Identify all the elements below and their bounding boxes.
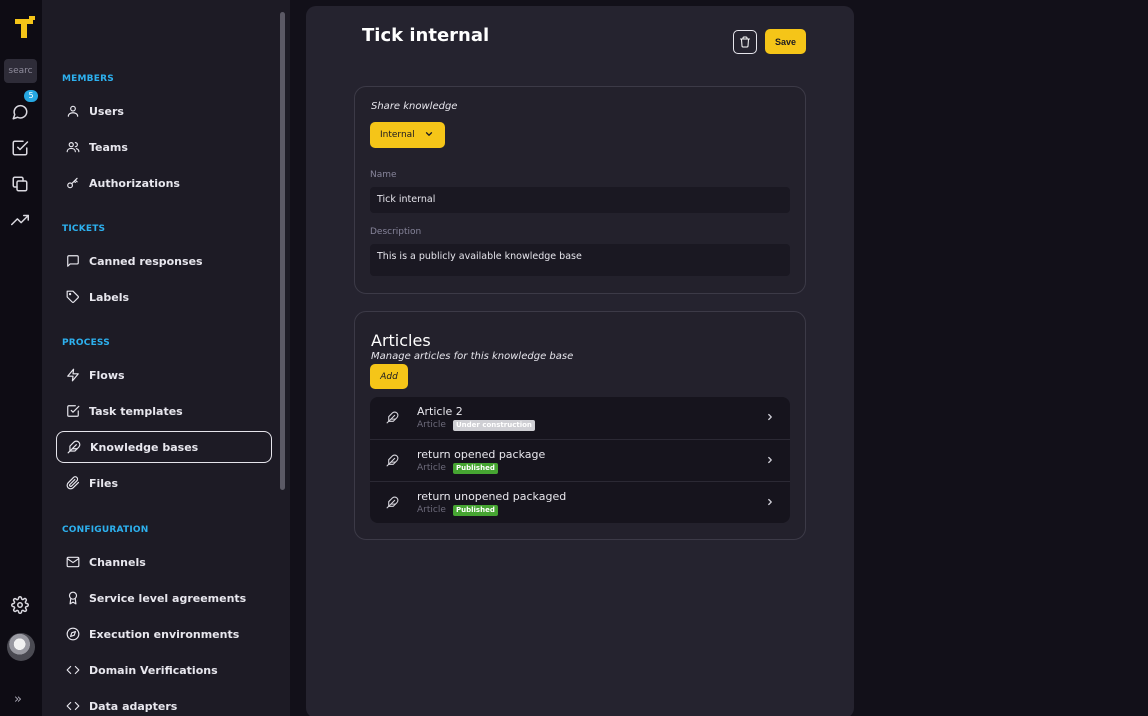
article-row[interactable]: Article 2 Article Under construction — [370, 397, 790, 439]
name-input[interactable]: Tick internal — [370, 187, 790, 213]
article-title: return opened package — [417, 448, 546, 461]
rail-search-input[interactable]: searc — [4, 59, 37, 83]
article-type: Article — [417, 420, 446, 430]
articles-title: Articles — [371, 331, 431, 350]
add-article-button[interactable]: Add — [370, 364, 408, 389]
sidebar-item-label: Task templates — [89, 404, 183, 418]
sidebar-item-label: Data adapters — [89, 699, 178, 713]
sidebar-item-knowledge-bases[interactable]: Knowledge bases — [56, 431, 272, 463]
tag-icon — [66, 290, 79, 303]
chevron-right-icon — [768, 498, 772, 506]
sidebar-scrollbar[interactable] — [280, 12, 285, 490]
user-icon — [67, 105, 79, 117]
section-members: MEMBERS — [62, 74, 114, 84]
trash-icon — [740, 36, 750, 48]
chat-badge: 5 — [24, 90, 38, 102]
sidebar-item-execution-environments[interactable]: Execution environments — [56, 618, 272, 650]
feather-icon — [386, 411, 399, 424]
article-type: Article — [417, 505, 446, 515]
sidebar-item-data-adapters[interactable]: Data adapters — [56, 690, 272, 716]
description-label: Description — [370, 227, 422, 237]
sidebar-item-label: Teams — [89, 140, 128, 154]
chevron-down-icon — [425, 132, 433, 136]
zap-icon — [67, 368, 79, 382]
sidebar-item-domain-verifications[interactable]: Domain Verifications — [56, 654, 272, 686]
article-type: Article — [417, 463, 446, 473]
sidebar-item-labels[interactable]: Labels — [56, 281, 272, 313]
sidebar-item-sla[interactable]: Service level agreements — [56, 582, 272, 614]
article-row[interactable]: return opened package Article Published — [370, 439, 790, 481]
sidebar-item-label: Users — [89, 104, 124, 118]
articles-list: Article 2 Article Under construction ret… — [370, 397, 790, 523]
app-root: searc 5 » MEMBERS Users Teams Authorizat… — [0, 0, 1148, 716]
chevron-right-icon — [768, 456, 772, 464]
status-badge: Under construction — [453, 420, 535, 431]
save-button[interactable]: Save — [765, 29, 806, 54]
code-icon — [66, 665, 80, 675]
sidebar-item-label: Domain Verifications — [89, 663, 218, 677]
sidebar-item-canned-responses[interactable]: Canned responses — [56, 245, 272, 277]
key-icon — [67, 177, 78, 189]
articles-subtitle: Manage articles for this knowledge base — [371, 351, 574, 362]
mail-icon — [66, 556, 80, 568]
status-badge: Published — [453, 463, 498, 474]
status-badge: Published — [453, 505, 498, 516]
share-knowledge-dropdown[interactable]: Internal — [370, 122, 445, 148]
sidebar-item-label: Knowledge bases — [90, 440, 199, 454]
sidebar-item-label: Channels — [89, 555, 146, 569]
sidebar-item-label: Labels — [89, 290, 130, 304]
section-tickets: TICKETS — [62, 224, 106, 234]
code-icon — [66, 701, 80, 711]
tasks-icon[interactable] — [11, 139, 29, 157]
settings-gear-icon[interactable] — [11, 596, 29, 614]
page-title: Tick internal — [362, 25, 490, 46]
feather-icon — [67, 440, 81, 454]
section-configuration: CONFIGURATION — [62, 525, 149, 535]
article-title: return unopened packaged — [417, 490, 567, 503]
sidebar-item-label: Canned responses — [89, 254, 203, 268]
compass-icon — [66, 627, 80, 641]
trending-up-icon[interactable] — [11, 211, 29, 229]
award-icon — [68, 591, 78, 605]
article-title: Article 2 — [417, 405, 463, 418]
copy-icon[interactable] — [11, 175, 29, 193]
icon-rail: searc 5 » — [0, 0, 42, 716]
sidebar-item-label: Files — [89, 476, 119, 490]
sidebar-item-label: Flows — [89, 368, 125, 382]
user-avatar[interactable] — [7, 633, 35, 661]
sidebar-item-files[interactable]: Files — [56, 467, 272, 499]
users-icon — [66, 142, 80, 153]
check-square-icon — [67, 405, 80, 417]
dropdown-value: Internal — [380, 130, 415, 140]
message-square-icon — [67, 255, 79, 267]
delete-button[interactable] — [733, 30, 757, 54]
tick-logo-icon[interactable] — [13, 16, 35, 40]
section-process: PROCESS — [62, 338, 110, 348]
chat-icon[interactable] — [11, 103, 29, 121]
name-label: Name — [370, 170, 397, 180]
sidebar-item-task-templates[interactable]: Task templates — [56, 395, 272, 427]
expand-sidebar-icon[interactable]: » — [14, 692, 22, 707]
sidebar-item-label: Service level agreements — [89, 591, 247, 605]
share-knowledge-label: Share knowledge — [371, 101, 458, 112]
sidebar-item-label: Authorizations — [89, 176, 180, 190]
chevron-right-icon — [768, 413, 772, 421]
feather-icon — [386, 454, 399, 467]
feather-icon — [386, 496, 399, 509]
sidebar-item-users[interactable]: Users — [56, 95, 272, 127]
sidebar-item-label: Execution environments — [89, 627, 240, 641]
description-input[interactable]: This is a publicly available knowledge b… — [370, 244, 790, 276]
paperclip-icon — [66, 476, 80, 490]
sidebar-item-teams[interactable]: Teams — [56, 131, 272, 163]
sidebar-item-authorizations[interactable]: Authorizations — [56, 167, 272, 199]
sidebar-item-flows[interactable]: Flows — [56, 359, 272, 391]
article-row[interactable]: return unopened packaged Article Publish… — [370, 481, 790, 523]
sidebar-item-channels[interactable]: Channels — [56, 546, 272, 578]
